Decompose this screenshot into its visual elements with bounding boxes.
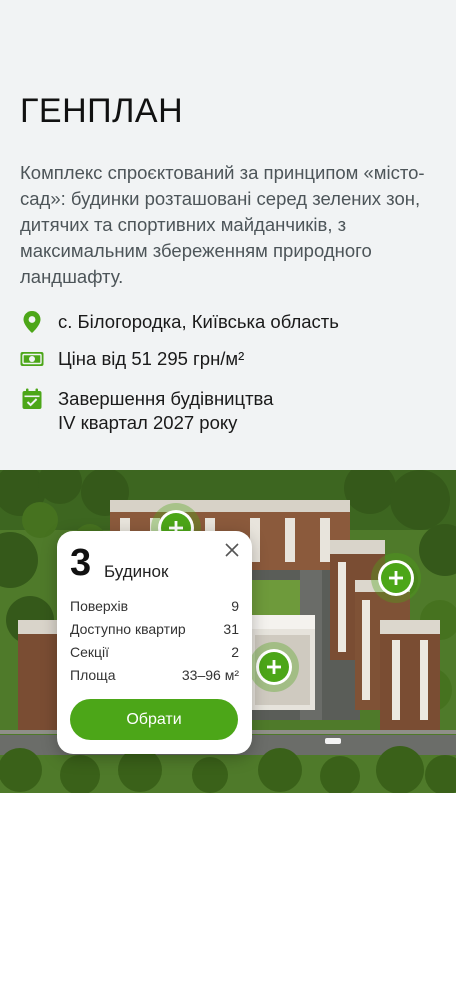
building-label: Будинок (104, 562, 169, 581)
stat-row: Секції 2 (70, 644, 239, 660)
stat-row: Доступно квартир 31 (70, 621, 239, 637)
completion-text: Завершення будівництва IV квартал 2027 р… (58, 387, 273, 435)
page-title: ГЕНПЛАН (20, 92, 184, 130)
stat-row: Площа 33–96 м² (70, 667, 239, 683)
money-icon (20, 347, 44, 371)
stat-value: 31 (223, 621, 239, 637)
calendar-check-icon (20, 387, 44, 411)
close-icon[interactable] (223, 541, 241, 559)
building-number: 3 (70, 542, 92, 584)
stat-value: 2 (231, 644, 239, 660)
stat-label: Площа (70, 667, 116, 683)
feature-location: с. Білогородка, Київська область (20, 310, 339, 334)
stat-value: 33–96 м² (181, 667, 239, 683)
location-pin-icon (20, 310, 44, 334)
stat-label: Секції (70, 644, 110, 660)
info-section: ГЕНПЛАН Комплекс спроєктований за принци… (0, 0, 456, 470)
stat-value: 9 (231, 598, 239, 614)
completion-line-1: Завершення будівництва (58, 388, 274, 409)
stat-label: Поверхів (70, 598, 129, 614)
location-text: с. Білогородка, Київська область (58, 311, 339, 332)
feature-completion: Завершення будівництва IV квартал 2027 р… (20, 387, 273, 435)
stat-row: Поверхів 9 (70, 598, 239, 614)
feature-price: Ціна від 51 295 грн/м² (20, 347, 244, 371)
plus-icon[interactable] (370, 552, 422, 604)
completion-line-2: IV квартал 2027 року (58, 412, 238, 433)
plus-icon[interactable] (248, 641, 300, 693)
price-text: Ціна від 51 295 грн/м² (58, 348, 245, 369)
stat-label: Доступно квартир (70, 621, 186, 637)
select-button[interactable]: Обрати (70, 699, 238, 740)
building-popup: 3 Будинок Поверхів 9 Доступно квартир 31… (57, 531, 252, 754)
intro-text: Комплекс спроєктований за принципом «міс… (20, 162, 425, 287)
